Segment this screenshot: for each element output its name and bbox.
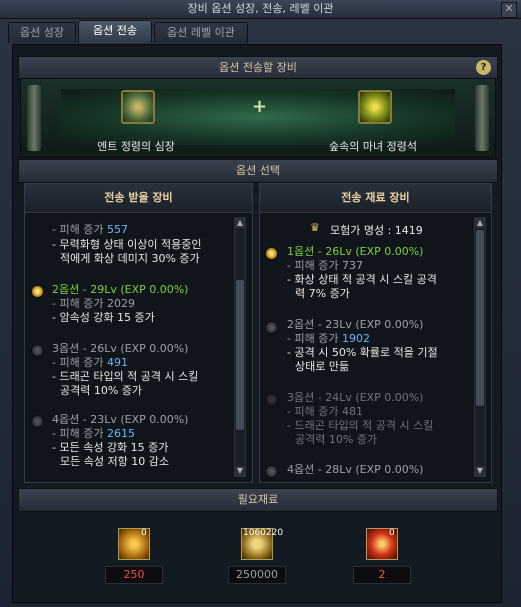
material-panel-title: 전송 재료 장비 bbox=[260, 184, 491, 213]
material-option-1-radio[interactable] bbox=[265, 247, 278, 260]
material-option-3-line-3: 공격력 10% 증가 bbox=[295, 433, 378, 446]
window: 장비 옵션 성장, 전송, 레벨 이관 ✕ 옵션 성장 옵션 전송 옵션 레벨 … bbox=[0, 0, 521, 607]
help-icon[interactable]: ? bbox=[476, 60, 491, 75]
receive-option-3-line-3: 공격력 10% 증가 bbox=[60, 384, 143, 397]
window-titlebar[interactable]: 장비 옵션 성장, 전송, 레벨 이관 ✕ bbox=[0, 0, 521, 19]
material-option-2-radio[interactable] bbox=[265, 321, 278, 334]
material-2-badge: 1060220 bbox=[243, 528, 284, 538]
material-scroll-thumb[interactable] bbox=[476, 230, 484, 406]
material-option-4-radio[interactable] bbox=[265, 465, 278, 478]
receive-option-2-radio[interactable] bbox=[31, 285, 44, 298]
required-materials-header: 필요재료 bbox=[18, 488, 498, 512]
tab-option-transfer[interactable]: 옵션 전송 bbox=[78, 20, 152, 43]
receive-option-2-line-2: - 암속성 강화 15 증가 bbox=[52, 311, 155, 324]
receive-top-line-1: - 피해 증가 557 bbox=[52, 223, 128, 236]
material-1-count: 250 bbox=[105, 566, 163, 584]
transfer-equipment-title: 옵션 전송할 장비 bbox=[219, 61, 297, 74]
material-2-count: 250000 bbox=[228, 566, 286, 584]
receive-scrollbar[interactable]: ▲ ▼ bbox=[234, 217, 246, 477]
scroll-down-icon[interactable]: ▼ bbox=[235, 466, 245, 476]
close-icon[interactable]: ✕ bbox=[501, 2, 517, 18]
receive-scroll-thumb[interactable] bbox=[236, 280, 244, 430]
transfer-equipment-header: 옵션 전송할 장비 ? bbox=[18, 56, 498, 80]
option-select-title: 옵션 선택 bbox=[236, 164, 280, 177]
material-scrollbar[interactable]: ▲ ▼ bbox=[474, 217, 486, 477]
material-3-count: 2 bbox=[353, 566, 411, 584]
material-option-2-line-3: 상태로 만듦 bbox=[295, 360, 350, 373]
tab-option-growth[interactable]: 옵션 성장 bbox=[8, 22, 76, 43]
option-select-header: 옵션 선택 bbox=[18, 159, 498, 183]
receive-option-4-line-3: 모든 속성 저항 10 감소 bbox=[60, 455, 169, 468]
scroll-up-icon[interactable]: ▲ bbox=[235, 218, 245, 228]
material-option-4-header[interactable]: 4옵션 - 28Lv (EXP 0.00%) bbox=[287, 461, 423, 477]
plus-icon: + bbox=[252, 96, 268, 117]
target-item-name: 숲속의 마녀 정령석 bbox=[329, 140, 417, 153]
material-1-badge: 0 bbox=[141, 528, 147, 538]
tab-option-level-transfer[interactable]: 옵션 레벨 이관 bbox=[154, 22, 248, 43]
receive-panel-title: 전송 받을 장비 bbox=[25, 184, 252, 213]
window-title: 장비 옵션 성장, 전송, 레벨 이관 bbox=[187, 2, 334, 15]
crest-icon: ♛ bbox=[310, 221, 320, 234]
material-option-1-line-3: 력 7% 증가 bbox=[295, 287, 350, 300]
receive-option-4-radio[interactable] bbox=[31, 415, 44, 428]
source-item-name: 엔트 정령의 심장 bbox=[97, 140, 175, 153]
left-scroll-roller bbox=[27, 85, 41, 151]
adventurer-fame: 모험가 명성 : 1419 bbox=[330, 224, 423, 237]
forest-witch-spirit-stone-icon[interactable] bbox=[358, 90, 392, 124]
material-3-badge: 0 bbox=[389, 528, 395, 538]
required-materials-title: 필요재료 bbox=[237, 493, 279, 506]
right-scroll-roller bbox=[475, 85, 489, 151]
scroll-up-icon[interactable]: ▲ bbox=[475, 218, 485, 228]
scroll-down-icon[interactable]: ▼ bbox=[475, 466, 485, 476]
damage-value: 557 bbox=[106, 223, 128, 236]
receive-option-3-radio[interactable] bbox=[31, 344, 44, 357]
material-option-3-radio[interactable] bbox=[265, 393, 278, 406]
receive-top-line-3: 적에게 화상 데미지 30% 증가 bbox=[60, 252, 200, 265]
ent-spirit-heart-icon[interactable] bbox=[121, 90, 155, 124]
